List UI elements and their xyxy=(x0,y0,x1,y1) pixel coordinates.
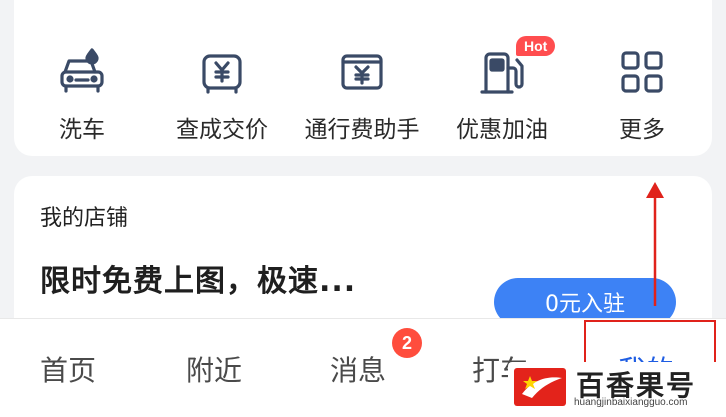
service-label: 查成交价 xyxy=(176,117,268,143)
shop-title: 我的店铺 xyxy=(40,206,129,231)
service-label: 更多 xyxy=(619,117,665,143)
watermark: 百香果号 huangjinbaixiangguo.com xyxy=(508,362,722,412)
messages-badge: 2 xyxy=(392,328,422,358)
my-shop-card[interactable]: 我的店铺 限时免费上图，极速... 0元入驻 xyxy=(14,176,712,336)
tab-messages[interactable]: 消息 xyxy=(330,349,386,389)
watermark-logo xyxy=(514,368,566,406)
service-label: 优惠加油 xyxy=(456,117,548,143)
service-car-wash[interactable]: 洗车 xyxy=(12,38,152,148)
car-price-icon xyxy=(196,46,248,98)
tab-nearby[interactable]: 附近 xyxy=(186,349,242,389)
service-label: 通行费助手 xyxy=(304,117,420,143)
hot-badge: Hot xyxy=(516,36,556,56)
service-car-price[interactable]: 查成交价 xyxy=(152,38,292,148)
shop-description: 限时免费上图，极速... xyxy=(40,264,357,299)
service-discount-fuel[interactable]: Hot 优惠加油 xyxy=(432,36,572,148)
toll-fee-icon xyxy=(336,46,388,98)
up-arrow-annotation xyxy=(646,182,664,306)
service-toll-fee[interactable]: 通行费助手 xyxy=(292,38,432,148)
service-more[interactable]: 更多 xyxy=(572,38,712,148)
watermark-url: huangjinbaixiangguo.com xyxy=(574,397,688,408)
tab-home[interactable]: 首页 xyxy=(40,349,96,389)
service-label: 洗车 xyxy=(59,117,105,143)
grid-more-icon xyxy=(616,46,668,98)
car-wash-icon xyxy=(56,46,108,98)
services-grid: 洗车 查成交价 通行费助手 Hot 优惠加油 更多 xyxy=(12,36,712,148)
